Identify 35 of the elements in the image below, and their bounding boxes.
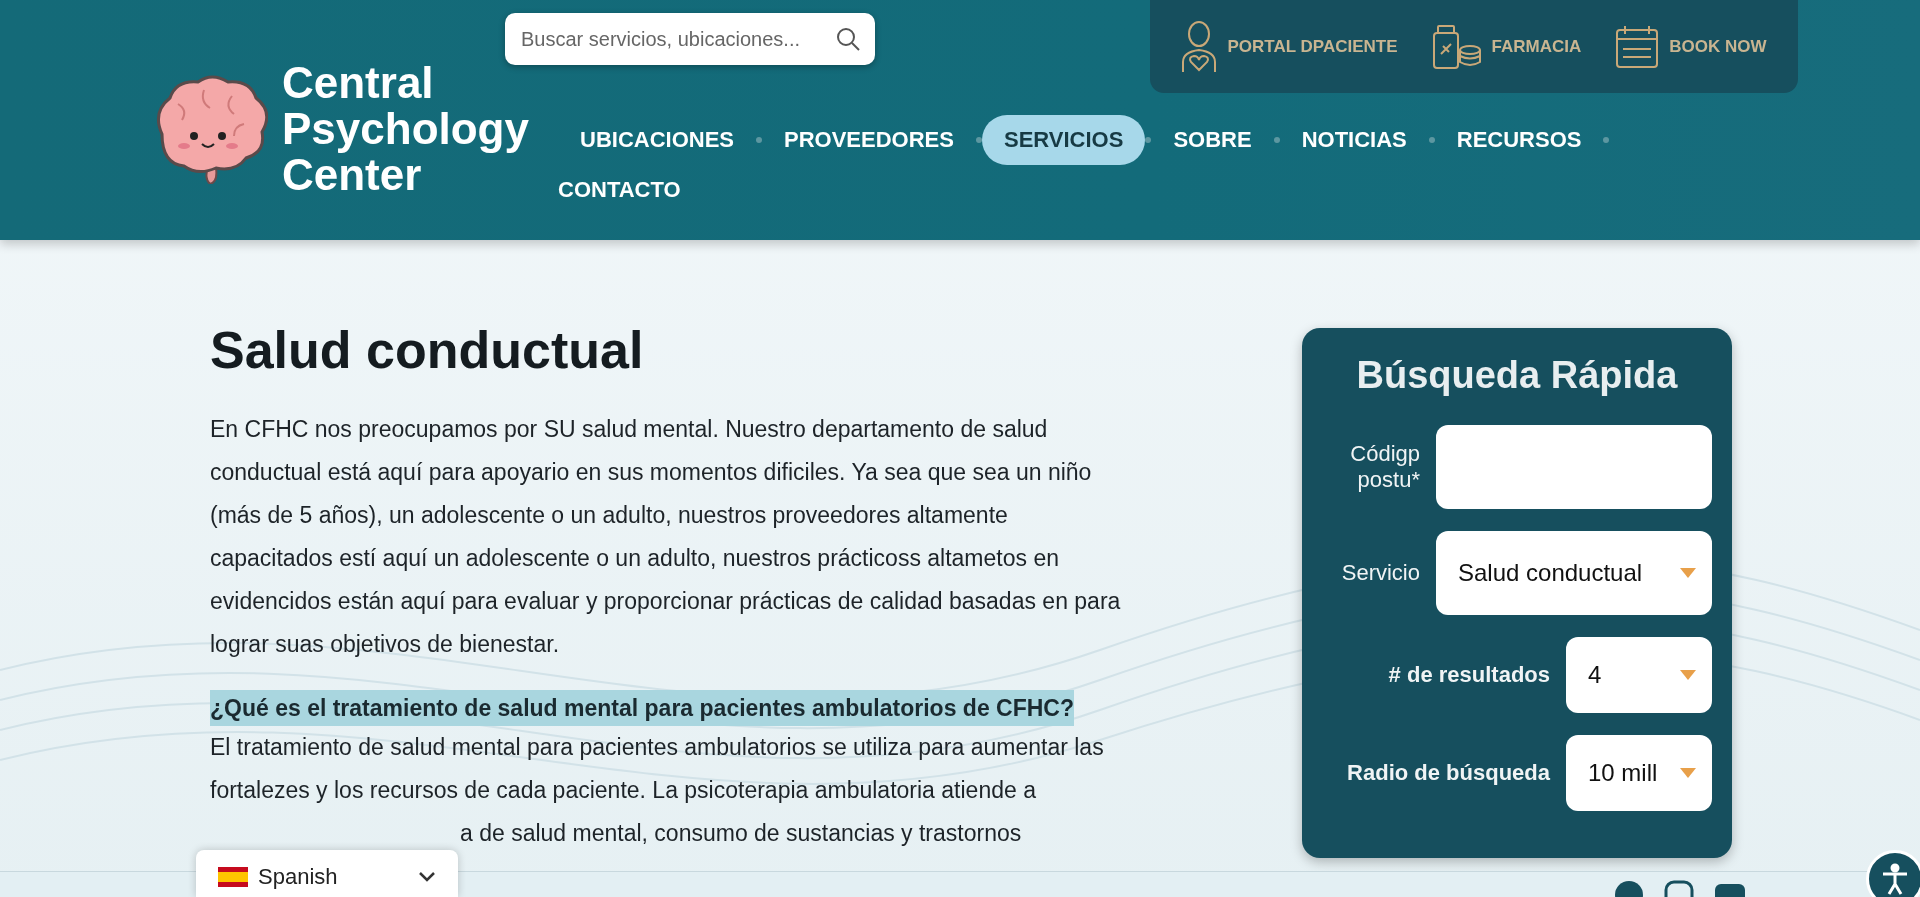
caret-icon — [1680, 768, 1696, 778]
nav-link[interactable]: SERVICIOS — [981, 115, 1146, 165]
quick-link[interactable]: FARMACIA — [1431, 23, 1582, 70]
field-label: Radio de búsqueda — [1347, 760, 1550, 786]
nav-link[interactable]: NOTICIAS — [1279, 115, 1429, 165]
page-heading: Salud conductual — [210, 320, 645, 380]
nav-link[interactable]: RECURSOS — [1434, 115, 1604, 165]
accessibility-button[interactable] — [1866, 850, 1920, 897]
quick-link[interactable]: PORTAL DPACIENTE — [1181, 19, 1398, 74]
nav-link[interactable]: PROVEEDORES — [762, 115, 976, 165]
chevron-down-icon — [418, 870, 436, 883]
spain-flag-icon — [218, 866, 248, 887]
dropdown[interactable]: Salud conductual — [1436, 531, 1712, 615]
search-icon[interactable] — [835, 26, 861, 52]
person-heart-icon — [1181, 19, 1218, 74]
answer-paragraph: a de salud mental, consumo de sustancias y trastornos — [459, 819, 1023, 848]
caret-icon — [1680, 670, 1696, 680]
section-heading: ¿Qué es el tratamiento de salud mental para pacientes ambulatorios de CFHC? — [210, 690, 1074, 726]
quick-link[interactable]: BOOK NOW — [1615, 24, 1767, 69]
caret-icon — [1680, 568, 1696, 578]
nav-link[interactable]: CONTACTO — [558, 165, 703, 215]
panel-title: Búsqueda Rápida — [1355, 354, 1679, 397]
dropdown[interactable]: 4 — [1566, 637, 1712, 713]
pill-bottle-icon — [1431, 23, 1482, 70]
field-label: # de resultados — [1388, 662, 1550, 688]
dropdown[interactable]: 10 mill — [1566, 735, 1712, 811]
search-field[interactable]: Buscar servicios, ubicaciones... — [505, 13, 875, 65]
nav-link[interactable]: SOBRE — [1151, 115, 1274, 165]
language-selector[interactable]: Spanish — [196, 850, 458, 897]
postal-code-field[interactable] — [1436, 425, 1712, 509]
field-label: Códigp postu* — [1349, 441, 1420, 493]
calendar-icon — [1615, 24, 1660, 69]
field-label: Servicio — [1340, 560, 1420, 586]
nav-link[interactable]: UBICACIONES — [558, 115, 756, 165]
intro-paragraph: En CFHC nos preocupamos por SU salud mental. Nuestro departamento de salud conductual está aquí para apoyario en sus momentos dificiles. Ya sea que sea un niño (más de 5 años), un adolescente o un adulto, nuestros proveedores altamente capacitados estí aquí un adolescente o un adulto, nuestros prácticoss altametos en evidencidos están aquí para evaluar y proporcionar prácticas de calidad basadas en para lograr suas objetivos de bienestar. — [210, 415, 1122, 659]
